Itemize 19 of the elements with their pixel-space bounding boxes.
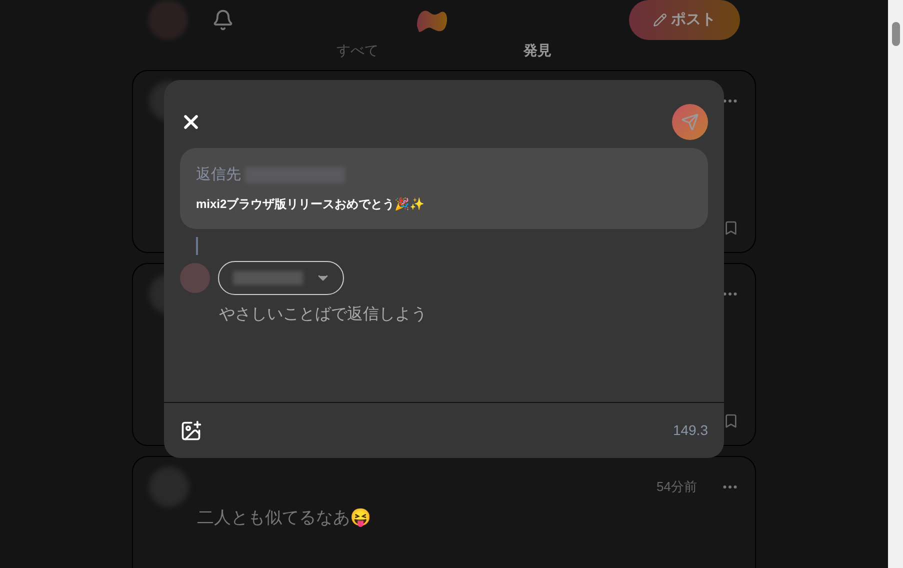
send-button[interactable] [672,104,708,140]
bookmark-icon[interactable] [723,413,739,429]
avatar [180,262,210,292]
post-time: 54分前 [656,478,697,496]
character-counter: 149.3 [672,421,708,440]
notification-bell-icon[interactable] [212,9,234,31]
bookmark-icon[interactable] [723,220,739,236]
post-text: 二人とも似てるなあ😝 [197,507,372,529]
reply-to-label: 返信先 [196,165,241,185]
feed-tab[interactable]: すべて [336,40,378,61]
reply-input[interactable]: やさしいことばで返信しよう [219,302,699,382]
community-dropdown[interactable] [218,260,344,294]
scrollbar[interactable] [888,0,903,568]
feed-tab[interactable]: 発見 [524,40,552,61]
quoted-text: mixi2ブラウザ版リリースおめでとう🎉✨ [196,196,426,212]
pencil-icon [653,13,667,27]
image-icon[interactable] [180,420,202,442]
post-button[interactable]: ポスト [629,0,740,40]
send-icon [681,113,699,131]
